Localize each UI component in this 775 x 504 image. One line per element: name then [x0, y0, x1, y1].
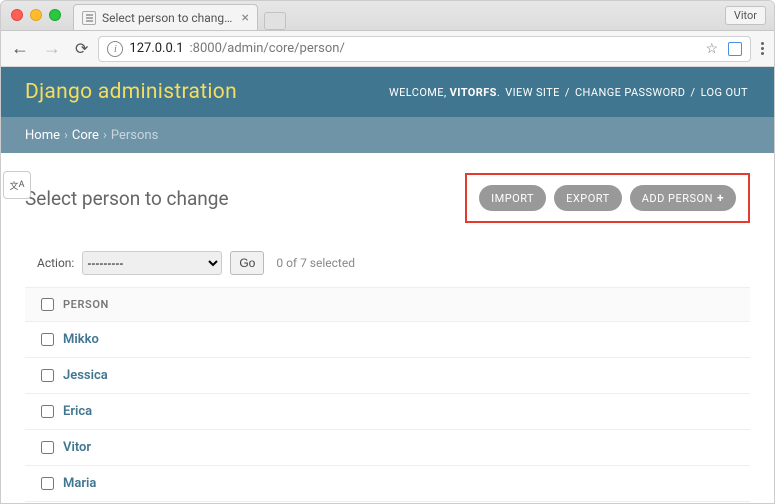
result-list: PERSON Mikko Jessica Erica Vitor — [25, 287, 750, 502]
person-link[interactable]: Mikko — [63, 332, 99, 347]
person-link[interactable]: Erica — [63, 404, 92, 419]
person-link[interactable]: Vitor — [63, 440, 91, 455]
breadcrumb-separator: › — [64, 128, 68, 143]
nav-buttons: ← → ⟳ — [11, 38, 88, 59]
close-tab-icon[interactable]: × — [242, 11, 249, 25]
page-content: Django administration WELCOME, VITORFS. … — [1, 67, 774, 503]
profile-badge[interactable]: Vitor — [725, 6, 766, 25]
breadcrumb-home[interactable]: Home — [25, 128, 60, 143]
browser-tab-bar: Select person to change | Djan × Vitor — [1, 1, 774, 31]
browser-menu-button[interactable] — [761, 42, 764, 55]
action-label: Action: — [37, 256, 74, 270]
table-row: Maria — [25, 466, 750, 502]
table-header-row: PERSON — [25, 288, 750, 322]
actions-bar: Action: --------- Go 0 of 7 selected — [25, 251, 750, 275]
export-button[interactable]: EXPORT — [554, 185, 622, 211]
table-row: Vitor — [25, 430, 750, 466]
table-row: Erica — [25, 394, 750, 430]
change-password-link[interactable]: CHANGE PASSWORD — [575, 86, 685, 99]
extension-icon[interactable] — [728, 42, 742, 56]
object-tools-highlight: IMPORT EXPORT ADD PERSON+ — [465, 173, 750, 223]
content-area: 文A Select person to change IMPORT EXPORT… — [1, 153, 774, 502]
forward-button[interactable]: → — [43, 38, 61, 59]
person-link[interactable]: Jessica — [63, 368, 108, 383]
browser-window: Select person to change | Djan × Vitor ←… — [0, 0, 775, 504]
plus-icon: + — [717, 191, 724, 205]
new-tab-button[interactable] — [264, 12, 286, 30]
url-host: 127.0.0.1 — [129, 41, 183, 56]
logout-link[interactable]: LOG OUT — [701, 86, 748, 99]
address-bar[interactable]: i 127.0.0.1 :8000/admin/core/person/ ☆ — [98, 36, 751, 62]
tab-title: Select person to change | Djan — [102, 11, 236, 25]
username: VITORFS — [450, 86, 497, 99]
import-button[interactable]: IMPORT — [479, 185, 546, 211]
go-button[interactable]: Go — [230, 251, 264, 275]
breadcrumb-model: Persons — [111, 128, 158, 143]
breadcrumb-separator: › — [103, 128, 107, 143]
row-checkbox[interactable] — [41, 405, 54, 418]
breadcrumb: Home › Core › Persons — [1, 117, 774, 153]
row-checkbox[interactable] — [41, 441, 54, 454]
back-button[interactable]: ← — [11, 38, 29, 59]
page-title: Select person to change — [25, 187, 229, 210]
maximize-window-button[interactable] — [49, 9, 61, 21]
browser-tab[interactable]: Select person to change | Djan × — [73, 4, 258, 30]
translate-icon[interactable]: 文A — [3, 171, 31, 199]
welcome-prefix: WELCOME, — [389, 86, 450, 99]
row-checkbox[interactable] — [41, 333, 54, 346]
user-tools: WELCOME, VITORFS. VIEW SITE / CHANGE PAS… — [389, 86, 750, 99]
table-row: Jessica — [25, 358, 750, 394]
breadcrumb-app[interactable]: Core — [72, 128, 99, 143]
site-title[interactable]: Django administration — [25, 80, 237, 104]
selection-counter: 0 of 7 selected — [276, 256, 355, 270]
reload-button[interactable]: ⟳ — [75, 39, 88, 58]
row-checkbox[interactable] — [41, 369, 54, 382]
page-icon — [82, 11, 96, 25]
action-select[interactable]: --------- — [82, 251, 222, 275]
url-path: :8000/admin/core/person/ — [190, 41, 345, 56]
table-row: Mikko — [25, 322, 750, 358]
view-site-link[interactable]: VIEW SITE — [505, 86, 560, 99]
site-header: Django administration WELCOME, VITORFS. … — [1, 67, 774, 117]
row-checkbox[interactable] — [41, 477, 54, 490]
site-info-icon[interactable]: i — [107, 41, 123, 57]
address-bar-actions: ☆ — [705, 41, 742, 57]
close-window-button[interactable] — [11, 9, 23, 21]
person-link[interactable]: Maria — [63, 476, 96, 491]
browser-toolbar: ← → ⟳ i 127.0.0.1 :8000/admin/core/person… — [1, 31, 774, 67]
column-header-person[interactable]: PERSON — [63, 298, 109, 311]
minimize-window-button[interactable] — [30, 9, 42, 21]
window-controls — [11, 9, 61, 21]
bookmark-icon[interactable]: ☆ — [705, 41, 718, 57]
add-person-button[interactable]: ADD PERSON+ — [630, 185, 736, 211]
content-header: Select person to change IMPORT EXPORT AD… — [25, 173, 750, 223]
select-all-checkbox[interactable] — [41, 298, 54, 311]
